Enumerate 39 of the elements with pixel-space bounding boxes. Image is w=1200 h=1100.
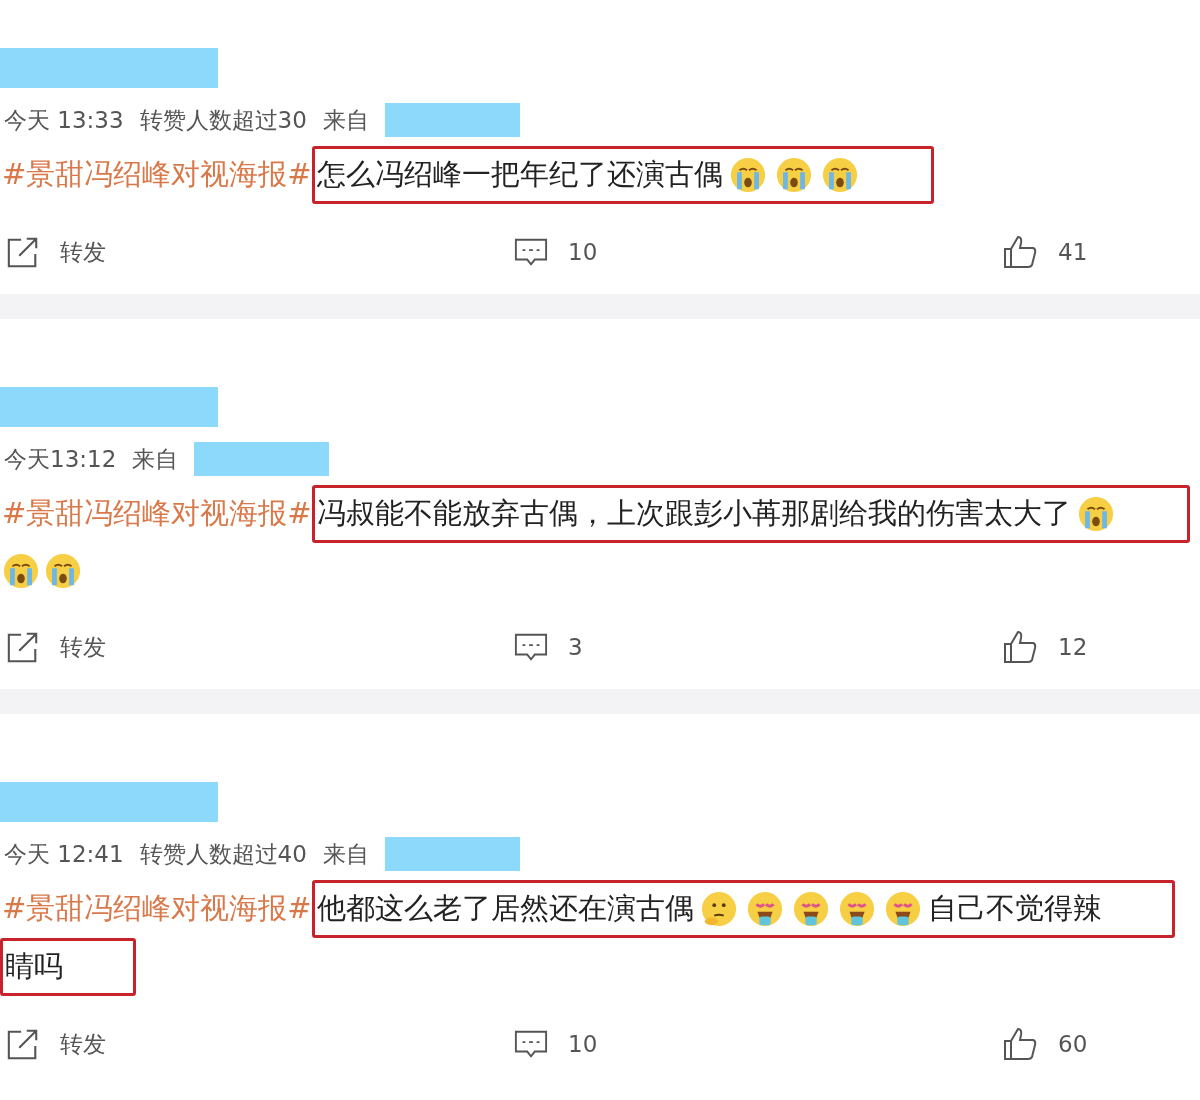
post-time: 今天 13:33 [4,105,124,135]
share-icon [6,630,40,664]
crying-emoji-icon [820,156,859,194]
comment-button[interactable]: 3 [508,625,589,669]
crying-emoji-icon [2,552,40,590]
source-label: 来自 [322,839,369,869]
comment-text: 他都这么老了居然还在演古偶 [316,890,694,927]
drooling-emoji-icon [791,890,830,928]
crying-emoji-icon [44,552,82,590]
share-icon [6,235,40,269]
share-icon [6,1027,40,1061]
drooling-emoji-icon [745,890,784,928]
source-label: 来自 [132,444,179,474]
thumbs-up-icon [1002,629,1038,665]
comment-button[interactable]: 10 [508,1022,604,1066]
repost-count-note: 转赞人数超过30 [139,105,307,135]
repost-button[interactable]: 转发 [0,625,112,669]
repost-count-note: 转赞人数超过40 [139,839,307,869]
like-button[interactable]: 12 [996,625,1094,669]
crying-emoji-icon [1076,495,1115,533]
thumbs-up-icon [1002,1026,1038,1062]
repost-button[interactable]: 转发 [0,1022,112,1066]
like-button[interactable]: 41 [996,230,1094,274]
drooling-emoji-icon [883,890,922,928]
comment-text: 睛吗 [5,948,63,985]
like-button[interactable]: 60 [996,1022,1094,1066]
drooling-emoji-icon [837,890,876,928]
thumbs-up-icon [1002,234,1038,270]
post-time: 今天13:12 [4,444,117,474]
comment-text: 冯叔能不能放弃古偶，上次跟彭小苒那剧给我的伤害太大了 [316,495,1071,532]
crying-emoji-icon [728,156,767,194]
repost-button[interactable]: 转发 [0,230,112,274]
crying-emoji-icon [774,156,813,194]
comment-text: 自己不觉得辣 [927,890,1102,927]
thinking-emoji-icon [699,890,738,928]
comment-button[interactable]: 10 [508,230,604,274]
comment-text: 怎么冯绍峰一把年纪了还演古偶 [316,156,723,193]
post-time: 今天 12:41 [4,839,124,869]
source-label: 来自 [322,105,369,135]
